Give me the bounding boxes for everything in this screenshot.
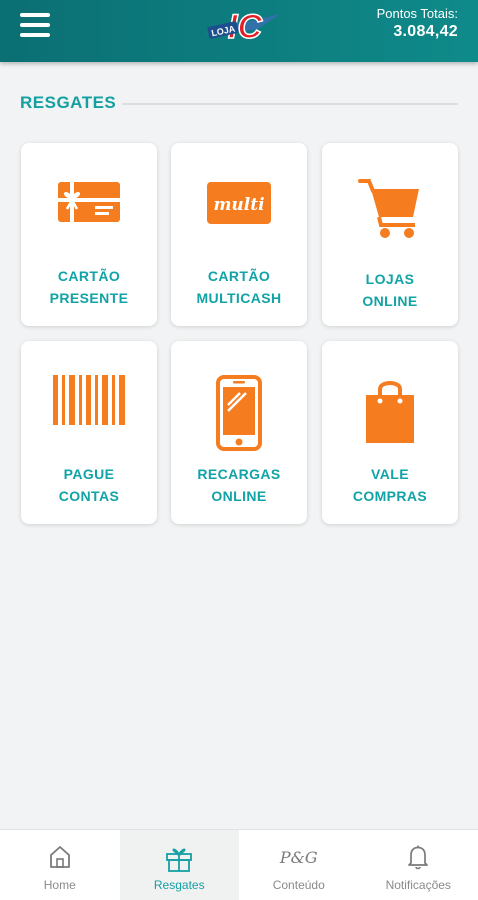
nav-label: Notificações (385, 878, 451, 892)
home-icon (0, 844, 120, 872)
menu-bar (20, 13, 50, 17)
shopping-bag-icon (322, 375, 458, 445)
section-divider (122, 103, 458, 105)
card-label: CARTÃO MULTICASH (196, 268, 282, 306)
bell-icon (359, 844, 478, 872)
smartphone-icon (171, 375, 307, 451)
svg-text:multi: multi (213, 195, 264, 215)
card-label: CARTÃO PRESENTE (49, 268, 129, 306)
gift-icon (120, 844, 240, 872)
hamburger-menu-button[interactable] (20, 13, 52, 39)
card-label: RECARGAS ONLINE (197, 466, 281, 504)
app-header: IC LOJA Pontos Totais: 3.084,42 (0, 0, 478, 62)
menu-bar (20, 23, 50, 27)
card-cartao-multicash[interactable]: multi CARTÃO MULTICASH (171, 143, 307, 326)
points-label: Pontos Totais: (376, 6, 458, 21)
bottom-navigation: Home Resgates P&G Conteúdo Notificações (0, 829, 478, 900)
card-label: VALE COMPRAS (352, 466, 428, 504)
multi-card-icon: multi (171, 181, 307, 225)
nav-label: Home (43, 878, 76, 892)
nav-label: Resgates (153, 878, 205, 892)
card-vale-compras[interactable]: VALE COMPRAS (322, 341, 458, 524)
menu-bar (20, 33, 50, 37)
card-cartao-presente[interactable]: CARTÃO PRESENTE (21, 143, 157, 326)
nav-notificacoes[interactable]: Notificações (359, 830, 478, 900)
barcode-icon (21, 375, 157, 425)
nav-label: Conteúdo (272, 878, 325, 892)
gift-card-icon (21, 179, 157, 225)
card-recargas-online[interactable]: RECARGAS ONLINE (171, 341, 307, 524)
card-lojas-online[interactable]: LOJAS ONLINE (322, 143, 458, 326)
nav-resgates[interactable]: Resgates (119, 830, 240, 900)
nav-home[interactable]: Home (0, 830, 120, 900)
nav-conteudo[interactable]: P&G Conteúdo (239, 830, 359, 900)
card-label: PAGUE CONTAS (58, 466, 120, 504)
section-title: RESGATES (20, 93, 117, 112)
card-label: LOJAS ONLINE (362, 271, 418, 309)
loja-ic-logo: IC LOJA (204, 7, 280, 46)
points-value: 3.084,42 (393, 23, 458, 40)
pg-logo-icon: P&G (279, 848, 318, 867)
card-pague-contas[interactable]: PAGUE CONTAS (21, 341, 157, 524)
shopping-cart-icon (322, 177, 458, 241)
